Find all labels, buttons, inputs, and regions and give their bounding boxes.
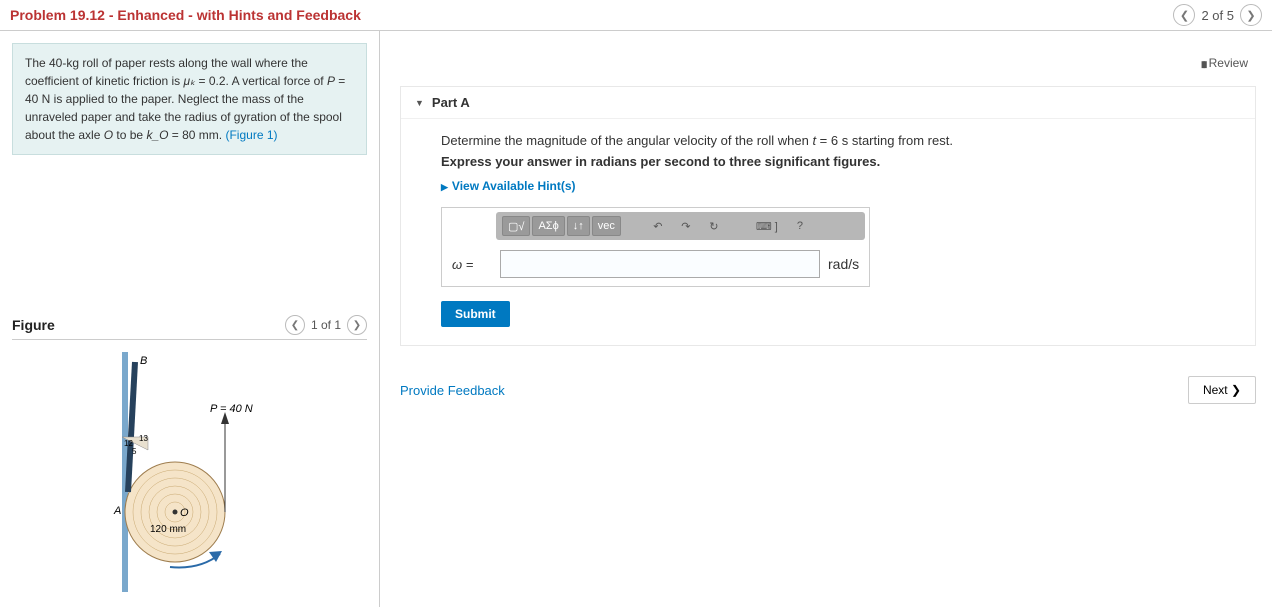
pager: ❮ 2 of 5 ❯ [1173,4,1262,26]
svg-text:13: 13 [139,434,148,443]
figure-heading: Figure [12,317,55,333]
answer-label: ω = [452,257,492,272]
redo-icon[interactable]: ↷ [675,216,697,236]
svg-text:P = 40 N: P = 40 N [210,403,253,415]
part-instructions: Express your answer in radians per secon… [441,154,1215,169]
answer-box: ▢√ ΑΣϕ ↓↑ vec ↶ ↷ ↻ ⌨ ] ? [441,207,870,287]
next-button[interactable]: ❯ [1240,4,1262,26]
answer-units: rad/s [828,256,859,272]
review-link[interactable]: Review [1201,56,1248,70]
part-a: ▼ Part A Determine the magnitude of the … [400,86,1256,346]
greek-icon[interactable]: ΑΣϕ [532,216,564,236]
next-part-button[interactable]: Next ❯ [1188,376,1256,404]
svg-text:120 mm: 120 mm [150,524,186,535]
submit-button[interactable]: Submit [441,301,510,327]
figure-link[interactable]: (Figure 1) [225,128,277,142]
figure-next-button[interactable]: ❯ [347,315,367,335]
svg-text:5: 5 [132,447,137,456]
problem-statement: The 40-kg roll of paper rests along the … [12,43,367,155]
help-icon[interactable]: ? [789,216,811,236]
part-prompt: Determine the magnitude of the angular v… [441,133,1215,148]
equation-toolbar: ▢√ ΑΣϕ ↓↑ vec ↶ ↷ ↻ ⌨ ] ? [496,212,865,240]
subscript-icon[interactable]: ↓↑ [567,216,590,236]
view-hints-link[interactable]: View Available Hint(s) [441,179,1215,193]
keyboard-icon[interactable]: ⌨ ] [751,216,783,236]
provide-feedback-link[interactable]: Provide Feedback [400,383,505,398]
figure-page-status: 1 of 1 [311,318,341,332]
collapse-icon[interactable]: ▼ [415,98,424,108]
reset-icon[interactable]: ↻ [703,216,725,236]
figure-diagram: B A O P = 40 N 13 12 5 120 mm [12,352,367,595]
answer-input[interactable] [500,250,820,278]
part-title: Part A [432,95,470,110]
page-status: 2 of 5 [1201,8,1234,23]
svg-text:O: O [180,507,189,519]
svg-text:A: A [113,505,121,517]
template-icon[interactable]: ▢√ [502,216,530,236]
vector-icon[interactable]: vec [592,216,621,236]
prev-button[interactable]: ❮ [1173,4,1195,26]
figure-prev-button[interactable]: ❮ [285,315,305,335]
undo-icon[interactable]: ↶ [647,216,669,236]
svg-text:B: B [140,355,147,367]
page-title: Problem 19.12 - Enhanced - with Hints an… [10,7,361,23]
